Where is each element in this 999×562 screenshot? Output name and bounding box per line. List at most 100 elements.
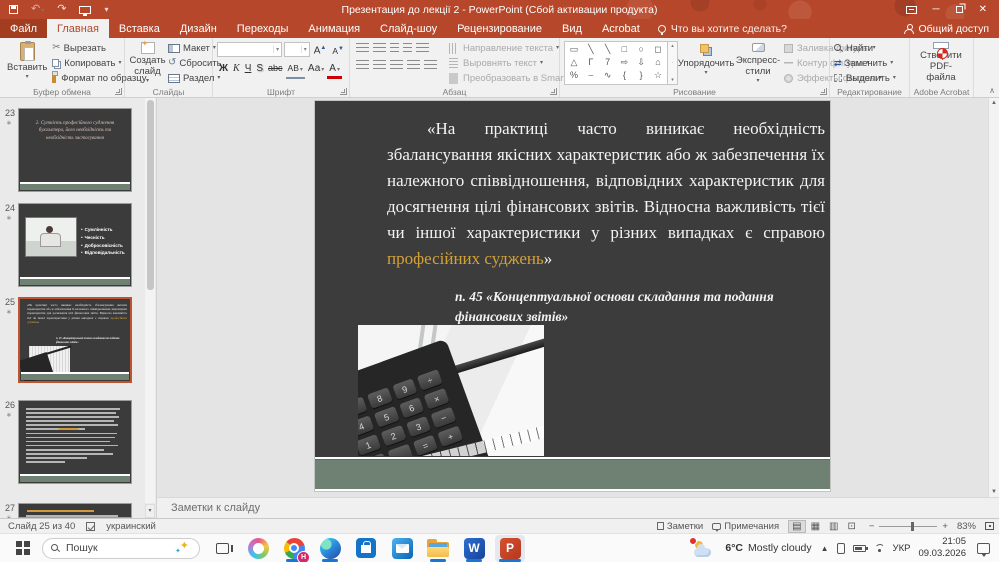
- fit-slide-icon[interactable]: [985, 522, 994, 530]
- taskbar-app-word[interactable]: [459, 535, 489, 562]
- restore-button[interactable]: [956, 6, 963, 13]
- start-slideshow-icon[interactable]: [79, 6, 91, 14]
- text-shadow-button[interactable]: S: [254, 62, 265, 76]
- italic-button[interactable]: К: [231, 62, 242, 76]
- weather-widget[interactable]: [692, 540, 716, 557]
- increase-indent-icon[interactable]: [403, 43, 412, 54]
- customize-qat-icon[interactable]: ▾: [104, 5, 108, 14]
- grow-font-button[interactable]: А▲: [312, 41, 329, 58]
- bold-button[interactable]: Ж: [217, 62, 230, 76]
- taskbar-app-store[interactable]: [351, 535, 381, 562]
- tab-review[interactable]: Рецензирование: [447, 19, 552, 38]
- select-button[interactable]: Выделить▾: [834, 71, 896, 85]
- language-indicator[interactable]: украинский: [106, 521, 156, 532]
- font-name-combobox[interactable]: ▾: [217, 42, 282, 57]
- slide-citation[interactable]: п. 45 «Концептуальної основи складання т…: [455, 287, 827, 328]
- align-right-icon[interactable]: [390, 60, 403, 71]
- collapse-ribbon-icon[interactable]: ∧: [989, 86, 995, 95]
- tab-animations[interactable]: Анимация: [298, 19, 370, 38]
- font-color-button[interactable]: А▾: [327, 63, 342, 79]
- slide-sorter-view-button[interactable]: ▦: [807, 520, 824, 533]
- find-button[interactable]: Найти: [834, 41, 896, 55]
- comments-toggle-button[interactable]: Примечания: [712, 521, 779, 532]
- shapes-gallery[interactable]: ▭╲╲□○◻△Г7⇨⇩⌂%⌣∿{}☆: [564, 41, 668, 85]
- undo-icon[interactable]: ↶▾: [31, 4, 44, 15]
- tell-me-box[interactable]: Что вы хотите сделать?: [658, 19, 787, 38]
- font-size-combobox[interactable]: ▾: [284, 42, 310, 57]
- slide-body-text[interactable]: «На практиці часто виникає необхідність …: [387, 116, 825, 272]
- taskbar-app-copilot[interactable]: [243, 535, 273, 562]
- zoom-slider[interactable]: [879, 526, 937, 527]
- task-view-button[interactable]: [216, 543, 229, 554]
- tab-transitions[interactable]: Переходы: [227, 19, 299, 38]
- shapes-gallery-scrollbar[interactable]: ▴·▾: [668, 41, 678, 85]
- tab-view[interactable]: Вид: [552, 19, 592, 38]
- bullets-icon[interactable]: [356, 43, 369, 54]
- replace-button[interactable]: ⇄Заменить▾: [834, 56, 896, 70]
- zoom-level[interactable]: 83%: [957, 521, 976, 532]
- create-pdf-button[interactable]: СтворитиPDF-файла: [914, 41, 968, 85]
- tab-acrobat[interactable]: Acrobat: [592, 19, 650, 38]
- spellcheck-icon[interactable]: [86, 522, 95, 531]
- start-button[interactable]: [16, 541, 30, 555]
- new-slide-button[interactable]: Создать слайд ▾: [129, 41, 166, 85]
- tab-home[interactable]: Главная: [47, 19, 109, 38]
- taskbar-app-powerpoint[interactable]: [495, 535, 525, 562]
- dialog-launcher-icon[interactable]: [340, 88, 347, 95]
- close-button[interactable]: ✕: [979, 4, 987, 15]
- taskbar-app-explorer[interactable]: [423, 535, 453, 562]
- slide-photo-calculator[interactable]: 789÷456×123−0.=+: [358, 325, 544, 456]
- line-spacing-icon[interactable]: [416, 43, 429, 54]
- scrollbar-down-arrow[interactable]: ▾: [145, 504, 155, 518]
- reading-view-button[interactable]: ▥: [825, 520, 842, 533]
- zoom-out-button[interactable]: −: [869, 521, 875, 532]
- zoom-slider-thumb[interactable]: [911, 522, 914, 531]
- strikethrough-button[interactable]: abc: [266, 61, 285, 75]
- minimize-button[interactable]: ─: [933, 4, 940, 15]
- dialog-launcher-icon[interactable]: [550, 88, 557, 95]
- notes-pane[interactable]: Заметки к слайду: [157, 497, 999, 518]
- thumbnail-scrollbar[interactable]: [145, 98, 155, 503]
- tray-expand-icon[interactable]: ▲: [821, 544, 829, 553]
- quick-styles-button[interactable]: Экспресс-стили ▾: [734, 41, 782, 85]
- align-center-icon[interactable]: [373, 60, 386, 71]
- keyboard-language[interactable]: УКР: [893, 543, 911, 554]
- columns-icon[interactable]: [424, 60, 437, 71]
- underline-button[interactable]: Ч: [243, 62, 254, 76]
- device-icon[interactable]: [837, 543, 845, 554]
- clock[interactable]: 21:05 09.03.2026: [918, 536, 966, 560]
- paste-button[interactable]: Вставить ▾: [4, 41, 50, 85]
- slide-canvas[interactable]: «На практиці часто виникає необхідність …: [315, 101, 830, 491]
- dialog-launcher-icon[interactable]: [820, 88, 827, 95]
- justify-icon[interactable]: [407, 60, 420, 71]
- redo-icon[interactable]: ↷: [57, 4, 66, 15]
- notification-center-icon[interactable]: [977, 543, 990, 554]
- decrease-indent-icon[interactable]: [390, 43, 399, 54]
- thumbnail-slide-24[interactable]: 24 ∗ •Сумлінність•Чесність•Добросовісніс…: [18, 203, 132, 287]
- change-case-button[interactable]: Аа▾: [306, 62, 326, 77]
- editor-scrollbar[interactable]: ▲▼: [988, 98, 999, 497]
- tab-slideshow[interactable]: Слайд-шоу: [370, 19, 447, 38]
- arrange-button[interactable]: Упорядочить ▾: [680, 41, 732, 85]
- thumbnail-slide-25-selected[interactable]: 25 ∗ «На практиці часто виникає необхідн…: [18, 297, 132, 383]
- tab-design[interactable]: Дизайн: [170, 19, 227, 38]
- battery-icon[interactable]: [853, 545, 866, 552]
- align-left-icon[interactable]: [356, 60, 369, 71]
- numbering-icon[interactable]: [373, 43, 386, 54]
- taskbar-search[interactable]: Пошук ✦✦: [42, 538, 200, 559]
- thumbnail-slide-23[interactable]: 23 ∗ 2. Сутність професійного судження б…: [18, 108, 132, 192]
- taskbar-app-outlook[interactable]: [387, 535, 417, 562]
- share-button[interactable]: Общий доступ: [904, 19, 989, 38]
- scrollbar-thumb[interactable]: [147, 100, 154, 290]
- tab-file[interactable]: Файл: [0, 19, 47, 38]
- tab-insert[interactable]: Вставка: [109, 19, 170, 38]
- notes-toggle-button[interactable]: Заметки: [657, 521, 703, 532]
- character-spacing-button[interactable]: АВ▾: [286, 61, 305, 79]
- taskbar-app-edge[interactable]: [315, 535, 345, 562]
- slideshow-view-button[interactable]: ⊡: [843, 520, 859, 533]
- weather-text[interactable]: 6°C Mostly cloudy: [725, 542, 811, 554]
- zoom-in-button[interactable]: +: [942, 521, 948, 532]
- dialog-launcher-icon[interactable]: [115, 88, 122, 95]
- ribbon-display-options-icon[interactable]: [906, 6, 917, 14]
- thumbnail-slide-27[interactable]: 27 ∗: [18, 503, 132, 518]
